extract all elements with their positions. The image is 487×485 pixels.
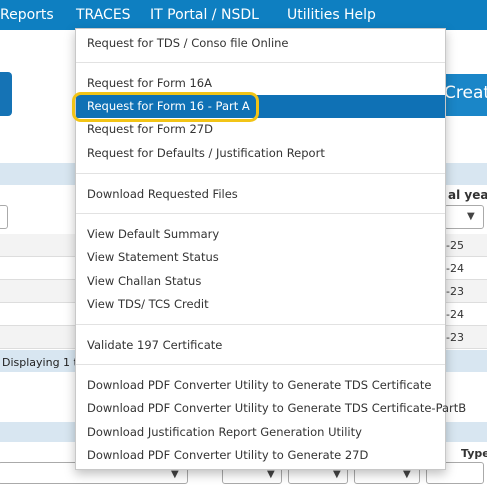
- nav-reports[interactable]: Reports: [0, 6, 54, 24]
- chevron-down-icon: ▼: [333, 469, 341, 480]
- menu-divider: [76, 324, 445, 325]
- financial-year-select[interactable]: ▼: [444, 205, 484, 229]
- menu-item-view-tds-tcs-credit[interactable]: View TDS/ TCS Credit: [76, 293, 445, 316]
- chevron-down-icon: ▼: [171, 469, 179, 480]
- menu-divider: [76, 213, 445, 214]
- chevron-down-icon: ▼: [267, 469, 275, 480]
- menu-item-download-pdf-converter-tds-partb[interactable]: Download PDF Converter Utility to Genera…: [76, 397, 466, 420]
- chevron-down-icon: ▼: [403, 469, 411, 480]
- menu-item-download-pdf-converter-tds[interactable]: Download PDF Converter Utility to Genera…: [76, 374, 445, 397]
- highlight-annotation: [72, 92, 259, 122]
- menu-divider: [76, 173, 445, 174]
- chevron-down-icon: ▼: [467, 211, 475, 222]
- menu-item-download-requested-files[interactable]: Download Requested Files: [76, 183, 445, 206]
- filter-select[interactable]: [0, 205, 8, 229]
- menu-item-view-challan-status[interactable]: View Challan Status: [76, 270, 445, 293]
- menu-item-view-statement-status[interactable]: View Statement Status: [76, 246, 445, 269]
- top-navbar: Reports TRACES IT Portal / NSDL Utilitie…: [0, 0, 487, 30]
- menu-item-validate-197-certificate[interactable]: Validate 197 Certificate: [76, 334, 445, 357]
- menu-item-request-defaults-justification[interactable]: Request for Defaults / Justification Rep…: [76, 142, 445, 165]
- menu-item-download-justification-utility[interactable]: Download Justification Report Generation…: [76, 421, 445, 444]
- menu-item-download-pdf-converter-27d[interactable]: Download PDF Converter Utility to Genera…: [76, 444, 445, 467]
- menu-item-request-tds-conso-file[interactable]: Request for TDS / Conso file Online: [76, 32, 445, 55]
- menu-divider: [76, 364, 445, 365]
- table-cell-year: -24: [446, 262, 464, 275]
- menu-divider: [76, 62, 445, 63]
- table-cell-year: -24: [446, 308, 464, 321]
- table-cell-year: -23: [446, 285, 464, 298]
- background-button[interactable]: [0, 72, 12, 116]
- table-cell-year: -23: [446, 331, 464, 344]
- table-cell-year: -25: [446, 239, 464, 252]
- create-button[interactable]: Create: [440, 74, 487, 116]
- nav-help[interactable]: Help: [344, 6, 376, 24]
- menu-item-view-default-summary[interactable]: View Default Summary: [76, 223, 445, 246]
- type-column-label: Type: [461, 447, 487, 460]
- nav-it-portal-nsdl[interactable]: IT Portal / NSDL: [150, 6, 259, 24]
- financial-year-label: al year: [448, 188, 487, 202]
- nav-traces[interactable]: TRACES: [76, 6, 131, 24]
- nav-utilities[interactable]: Utilities: [287, 6, 340, 24]
